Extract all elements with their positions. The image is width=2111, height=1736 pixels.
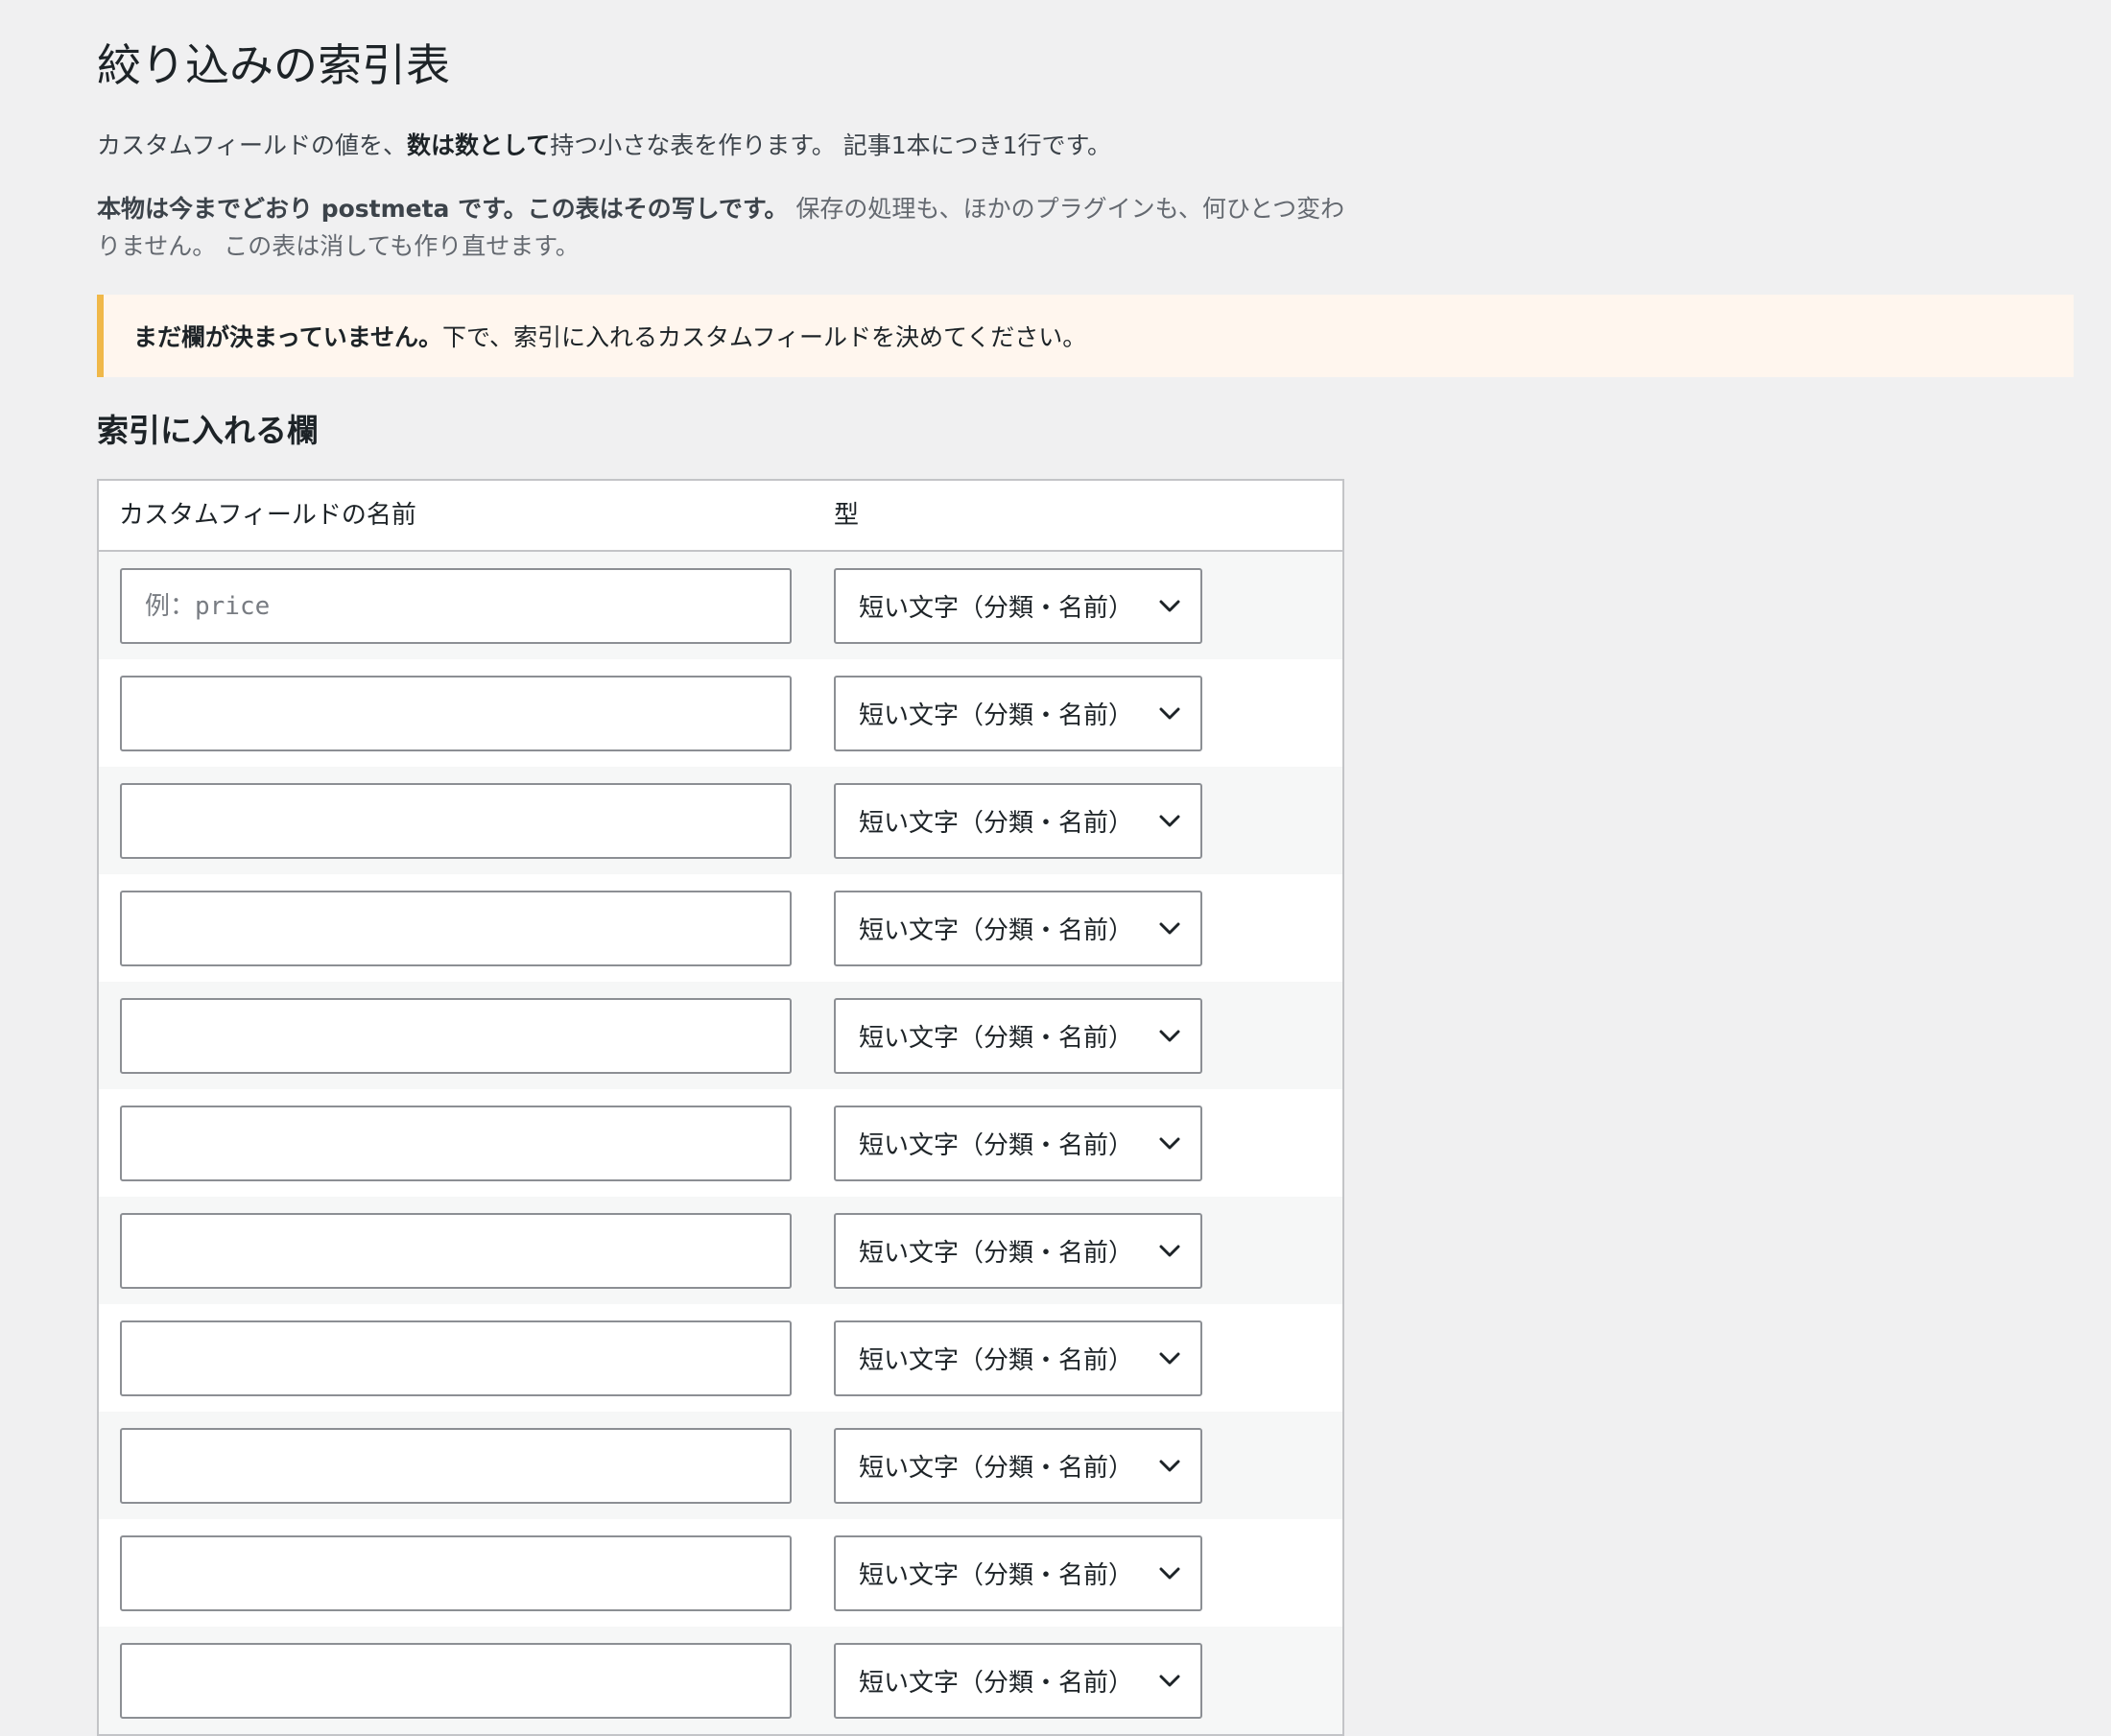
field-type-select[interactable]: 短い文字（分類・名前）	[834, 1106, 1202, 1181]
field-type-select[interactable]: 短い文字（分類・名前）	[834, 676, 1202, 751]
field-type-selected-value: 短い文字（分類・名前）	[859, 1669, 1134, 1698]
field-type-selected-value: 短い文字（分類・名前）	[859, 1239, 1134, 1268]
chevron-down-icon	[1158, 1670, 1181, 1693]
table-body: 短い文字（分類・名前） 短い文字（分類・名前） 短い文字（分類・名前） 短い文字（分類…	[99, 552, 1342, 1734]
field-type-select[interactable]: 短い文字（分類・名前）	[834, 998, 1202, 1074]
field-type-select[interactable]: 短い文字（分類・名前）	[834, 891, 1202, 966]
fields-table: カスタムフィールドの名前 型 短い文字（分類・名前）短い文字（分類・名前）短い文…	[97, 479, 1344, 1736]
note-bold: 本物は今までどおり postmeta です。この表はその写しです。	[97, 195, 789, 223]
chevron-down-icon	[1158, 917, 1181, 940]
field-type-selected-value: 短い文字（分類・名前）	[859, 702, 1134, 730]
table-row: 短い文字（分類・名前）	[99, 1304, 1342, 1412]
notice-bold: まだ欄が決まっていません。	[133, 323, 443, 351]
field-type-selected-value: 短い文字（分類・名前）	[859, 1131, 1134, 1160]
custom-field-name-input[interactable]	[120, 998, 792, 1074]
field-type-select[interactable]: 短い文字（分類・名前）	[834, 1643, 1202, 1719]
chevron-down-icon	[1158, 702, 1181, 725]
chevron-down-icon	[1158, 1132, 1181, 1155]
warning-notice: まだ欄が決まっていません。下で、索引に入れるカスタムフィールドを決めてください。	[97, 295, 2074, 377]
field-type-selected-value: 短い文字（分類・名前）	[859, 809, 1134, 838]
custom-field-name-input[interactable]	[120, 568, 792, 644]
intro-bold: 数は数として	[407, 131, 551, 159]
table-row: 短い文字（分類・名前）	[99, 1197, 1342, 1304]
table-row: 短い文字（分類・名前）	[99, 659, 1342, 767]
table-row: 短い文字（分類・名前）	[99, 874, 1342, 982]
table-row: 短い文字（分類・名前）	[99, 767, 1342, 874]
chevron-down-icon	[1158, 1562, 1181, 1585]
custom-field-name-input[interactable]	[120, 1213, 792, 1289]
note-text: 本物は今までどおり postmeta です。この表はその写しです。 保存の処理も…	[97, 190, 1364, 265]
custom-field-name-input[interactable]	[120, 1428, 792, 1504]
chevron-down-icon	[1158, 1240, 1181, 1263]
table-row: 短い文字（分類・名前）	[99, 1412, 1342, 1519]
field-type-selected-value: 短い文字（分類・名前）	[859, 594, 1134, 623]
section-title: 索引に入れる欄	[97, 412, 319, 449]
field-type-select[interactable]: 短い文字（分類・名前）	[834, 1428, 1202, 1504]
field-type-selected-value: 短い文字（分類・名前）	[859, 916, 1134, 945]
table-row: 短い文字（分類・名前）	[99, 552, 1342, 659]
page-title: 絞り込みの索引表	[97, 39, 450, 91]
table-header: カスタムフィールドの名前 型	[99, 481, 1342, 552]
column-header-name: カスタムフィールドの名前	[119, 501, 416, 530]
notice-message: まだ欄が決まっていません。下で、索引に入れるカスタムフィールドを決めてください。	[133, 319, 1086, 353]
field-type-select[interactable]: 短い文字（分類・名前）	[834, 1213, 1202, 1289]
custom-field-name-input[interactable]	[120, 783, 792, 859]
field-type-selected-value: 短い文字（分類・名前）	[859, 1024, 1134, 1053]
chevron-down-icon	[1158, 595, 1181, 618]
custom-field-name-input[interactable]	[120, 1320, 792, 1396]
custom-field-name-input[interactable]	[120, 891, 792, 966]
field-type-select[interactable]: 短い文字（分類・名前）	[834, 1320, 1202, 1396]
custom-field-name-input[interactable]	[120, 676, 792, 751]
field-type-select[interactable]: 短い文字（分類・名前）	[834, 568, 1202, 644]
chevron-down-icon	[1158, 810, 1181, 833]
chevron-down-icon	[1158, 1455, 1181, 1478]
custom-field-name-input[interactable]	[120, 1106, 792, 1181]
custom-field-name-input[interactable]	[120, 1535, 792, 1611]
table-row: 短い文字（分類・名前）	[99, 1519, 1342, 1627]
table-row: 短い文字（分類・名前）	[99, 982, 1342, 1089]
field-type-selected-value: 短い文字（分類・名前）	[859, 1561, 1134, 1590]
intro-part1: カスタムフィールドの値を、	[97, 131, 408, 159]
intro-part2: 持つ小さな表を作ります。 記事1本につき1行です。	[550, 131, 1112, 159]
field-type-select[interactable]: 短い文字（分類・名前）	[834, 783, 1202, 859]
table-row: 短い文字（分類・名前）	[99, 1089, 1342, 1197]
field-type-selected-value: 短い文字（分類・名前）	[859, 1346, 1134, 1375]
custom-field-name-input[interactable]	[120, 1643, 792, 1719]
intro-text: カスタムフィールドの値を、数は数として持つ小さな表を作ります。 記事1本につき1…	[97, 128, 1364, 164]
table-row: 短い文字（分類・名前）	[99, 1627, 1342, 1734]
chevron-down-icon	[1158, 1347, 1181, 1370]
column-header-type: 型	[834, 501, 860, 530]
chevron-down-icon	[1158, 1025, 1181, 1048]
field-type-select[interactable]: 短い文字（分類・名前）	[834, 1535, 1202, 1611]
notice-text: 下で、索引に入れるカスタムフィールドを決めてください。	[442, 323, 1087, 351]
field-type-selected-value: 短い文字（分類・名前）	[859, 1454, 1134, 1483]
